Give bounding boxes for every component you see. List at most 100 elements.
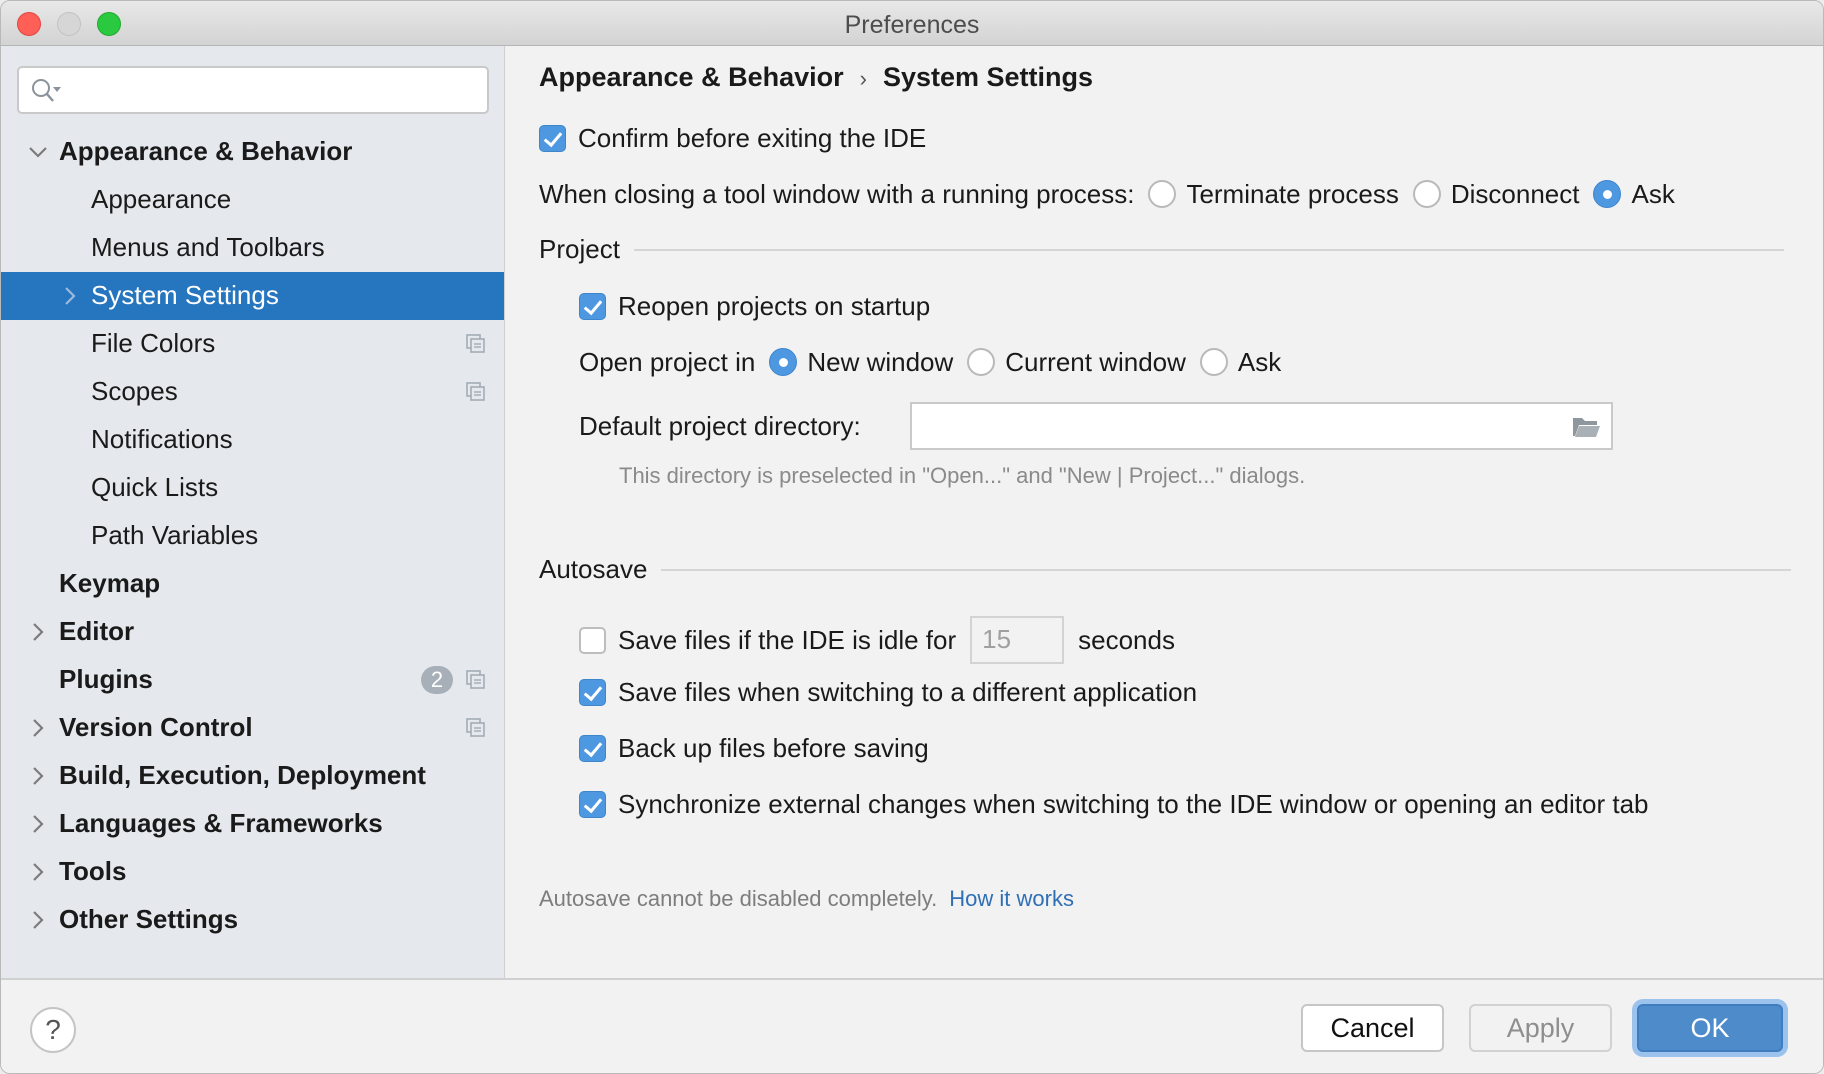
- breadcrumb-separator-icon: ›: [859, 66, 867, 91]
- save-idle-checkbox[interactable]: [579, 626, 606, 654]
- sidebar-item-notifications[interactable]: Notifications: [1, 416, 504, 464]
- checkbox-checked-icon[interactable]: [579, 734, 606, 762]
- chevron-right-icon[interactable]: [27, 620, 49, 644]
- confirm-exit-checkbox[interactable]: Confirm before exiting the IDE: [539, 120, 926, 156]
- cancel-button[interactable]: Cancel: [1301, 1004, 1444, 1052]
- radio-current-window[interactable]: [967, 348, 996, 376]
- sidebar-item-label: Build, Execution, Deployment: [59, 760, 426, 790]
- sidebar-item-label: Appearance: [91, 184, 232, 214]
- default-project-directory-input[interactable]: [910, 402, 1613, 450]
- radio-new-window[interactable]: [769, 348, 798, 376]
- radio-terminate-process[interactable]: [1148, 180, 1177, 208]
- chevron-right-icon[interactable]: [59, 284, 81, 308]
- sidebar-item-label: Scopes: [91, 376, 178, 406]
- sidebar-item-appearance-behavior[interactable]: Appearance & Behavior: [1, 128, 504, 176]
- sidebar-item-languages-frameworks[interactable]: Languages & Frameworks: [1, 800, 504, 848]
- sidebar-item-path-variables[interactable]: Path Variables: [1, 512, 504, 560]
- idle-seconds-input[interactable]: 15: [970, 616, 1065, 664]
- closing-tool-window-label: When closing a tool window with a runnin…: [539, 178, 1135, 209]
- breadcrumb-parent[interactable]: Appearance & Behavior: [539, 62, 844, 92]
- backup-files-label: Back up files before saving: [618, 732, 929, 763]
- chevron-right-icon[interactable]: [27, 764, 49, 788]
- update-count-badge: 2: [421, 666, 453, 694]
- sidebar-item-label: Version Control: [59, 712, 253, 742]
- checkbox-checked-icon[interactable]: [579, 292, 606, 320]
- sidebar-item-label: Tools: [59, 856, 127, 886]
- sync-external-checkbox[interactable]: Synchronize external changes when switch…: [579, 786, 1649, 822]
- sidebar-item-tools[interactable]: Tools: [1, 848, 504, 896]
- reopen-projects-checkbox[interactable]: Reopen projects on startup: [579, 288, 930, 324]
- project-section-header: Project: [539, 234, 1784, 265]
- sidebar-item-system-settings[interactable]: System Settings: [1, 272, 504, 320]
- project-section-title: Project: [539, 234, 620, 264]
- dialog-footer: ? Cancel Apply OK: [1, 978, 1823, 1073]
- autosave-section-header: Autosave: [539, 554, 1792, 585]
- sidebar-item-keymap[interactable]: Keymap: [1, 560, 504, 608]
- sidebar-item-menus-and-toolbars[interactable]: Menus and Toolbars: [1, 224, 504, 272]
- search-input[interactable]: [17, 66, 489, 114]
- help-button[interactable]: ?: [30, 1007, 76, 1053]
- radio-ask[interactable]: [1593, 180, 1622, 208]
- open-project-in-group: Open project in New window Current windo…: [579, 344, 1281, 380]
- autosave-note-text: Autosave cannot be disabled completely.: [539, 886, 938, 911]
- default-directory-hint: This directory is preselected in "Open..…: [619, 463, 1306, 488]
- sidebar-item-version-control[interactable]: Version Control: [1, 704, 504, 752]
- project-level-icon: [466, 670, 485, 689]
- new-window-label[interactable]: New window: [807, 347, 953, 378]
- sidebar-item-label: Languages & Frameworks: [59, 808, 383, 838]
- how-it-works-link[interactable]: How it works: [949, 886, 1074, 911]
- chevron-right-icon[interactable]: [27, 716, 49, 740]
- save-idle-group: Save files if the IDE is idle for 15 sec…: [579, 616, 1175, 664]
- chevron-right-icon[interactable]: [27, 860, 49, 884]
- save-on-switch-label: Save files when switching to a different…: [618, 676, 1198, 707]
- backup-files-checkbox[interactable]: Back up files before saving: [579, 730, 929, 766]
- sidebar-item-file-colors[interactable]: File Colors: [1, 320, 504, 368]
- sidebar-item-build-execution-deployment[interactable]: Build, Execution, Deployment: [1, 752, 504, 800]
- sidebar-item-other-settings[interactable]: Other Settings: [1, 896, 504, 944]
- chevron-down-icon[interactable]: [27, 140, 49, 164]
- disconnect-label[interactable]: Disconnect: [1451, 179, 1580, 210]
- checkbox-checked-icon[interactable]: [579, 790, 606, 818]
- reopen-projects-label: Reopen projects on startup: [618, 290, 931, 321]
- project-level-icon: [466, 382, 485, 401]
- radio-open-ask[interactable]: [1199, 348, 1228, 376]
- open-project-in-label: Open project in: [579, 346, 756, 377]
- ask-label[interactable]: Ask: [1631, 179, 1674, 210]
- window-title: Preferences: [844, 11, 980, 39]
- terminate-process-label[interactable]: Terminate process: [1186, 179, 1398, 210]
- ok-button[interactable]: OK: [1637, 1004, 1783, 1052]
- project-level-icon: [466, 334, 485, 353]
- settings-panel: Appearance & Behavior › System Settings Co…: [506, 46, 1823, 978]
- sidebar-item-label: System Settings: [91, 280, 279, 310]
- chevron-right-icon[interactable]: [27, 908, 49, 932]
- sidebar-item-scopes[interactable]: Scopes: [1, 368, 504, 416]
- current-window-label[interactable]: Current window: [1005, 347, 1186, 378]
- confirm-exit-label: Confirm before exiting the IDE: [578, 122, 927, 153]
- preferences-window: Preferences Appearance & Behavior Appeara…: [0, 0, 1824, 1074]
- seconds-label: seconds: [1078, 624, 1175, 655]
- sidebar-item-label: File Colors: [91, 328, 216, 358]
- save-on-switch-checkbox[interactable]: Save files when switching to a different…: [579, 674, 1197, 710]
- autosave-note: Autosave cannot be disabled completely. H…: [539, 886, 1074, 912]
- title-bar: Preferences: [1, 1, 1823, 46]
- sidebar-item-plugins[interactable]: Plugins 2: [1, 656, 504, 704]
- sidebar-item-label: Quick Lists: [91, 472, 219, 502]
- closing-tool-window-group: When closing a tool window with a runnin…: [539, 176, 1675, 212]
- checkbox-checked-icon[interactable]: [539, 124, 566, 152]
- chevron-right-icon[interactable]: [27, 812, 49, 836]
- default-project-directory-label: Default project directory:: [579, 410, 861, 441]
- sidebar: Appearance & Behavior Appearance Menus and…: [1, 46, 505, 978]
- open-ask-label[interactable]: Ask: [1238, 347, 1281, 378]
- folder-icon[interactable]: [1571, 414, 1601, 440]
- project-level-icon: [466, 718, 485, 737]
- sidebar-item-label: Notifications: [91, 424, 233, 454]
- sidebar-item-quick-lists[interactable]: Quick Lists: [1, 464, 504, 512]
- sidebar-item-label: Plugins: [59, 664, 153, 694]
- sidebar-item-label: Other Settings: [59, 904, 239, 934]
- sidebar-item-editor[interactable]: Editor: [1, 608, 504, 656]
- radio-disconnect[interactable]: [1412, 180, 1441, 208]
- sidebar-item-appearance[interactable]: Appearance: [1, 176, 504, 224]
- checkbox-checked-icon[interactable]: [579, 678, 606, 706]
- apply-button[interactable]: Apply: [1469, 1004, 1612, 1052]
- divider: [633, 248, 1784, 251]
